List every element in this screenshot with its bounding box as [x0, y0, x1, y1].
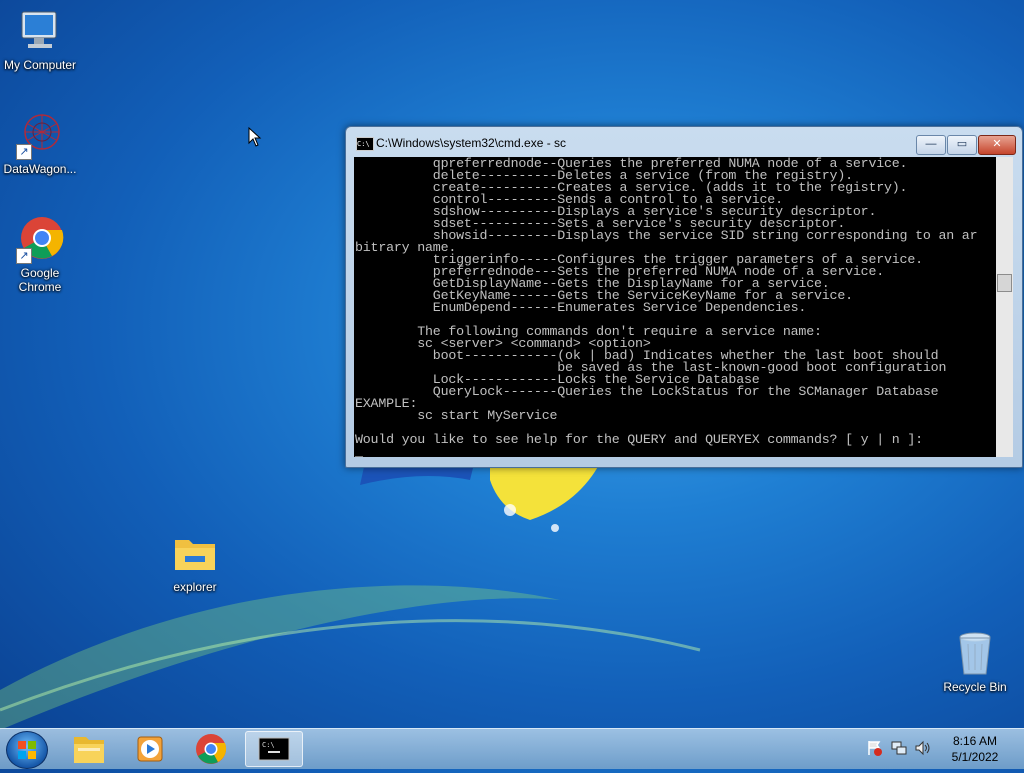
chrome-icon [196, 734, 227, 764]
window-title: C:\Windows\system32\cmd.exe - sc [376, 136, 567, 150]
volume-icon[interactable] [914, 739, 932, 757]
cmd-window[interactable]: C:\ C:\Windows\system32\cmd.exe - sc — ▭… [345, 126, 1023, 468]
desktop-icon-label: Recycle Bin [943, 680, 1007, 694]
media-player-icon [137, 736, 163, 762]
maximize-button[interactable]: ▭ [947, 135, 977, 155]
chrome-icon: ↗ [16, 216, 64, 264]
windows-logo-icon [18, 741, 36, 759]
taskbar-item-chrome[interactable] [182, 731, 240, 767]
shortcut-arrow-icon: ↗ [16, 144, 32, 160]
taskbar-item-file-explorer[interactable] [60, 731, 118, 767]
terminal-icon: C:\ [356, 137, 374, 151]
taskbar-clock[interactable]: 8:16 AM 5/1/2022 [940, 733, 1010, 765]
desktop-icon-recycle-bin[interactable]: Recycle Bin [935, 630, 1015, 694]
clock-date: 5/1/2022 [951, 750, 999, 764]
desktop-icon-datawagon[interactable]: ↗ DataWagon... [0, 112, 80, 176]
action-center-flag-icon[interactable] [866, 739, 884, 757]
svg-text:C:\: C:\ [262, 741, 275, 749]
folder-icon [74, 737, 104, 763]
shortcut-arrow-icon: ↗ [16, 248, 32, 264]
console-area[interactable]: qpreferrednode--Queries the preferred NU… [354, 157, 996, 457]
start-button[interactable] [6, 731, 48, 769]
clock-time: 8:16 AM [952, 734, 998, 748]
taskbar-item-cmd[interactable]: C:\ [245, 731, 303, 767]
desktop-icon-explorer[interactable]: explorer [155, 530, 235, 594]
console-output: qpreferrednode--Queries the preferred NU… [355, 157, 978, 457]
close-button[interactable]: ✕ [978, 135, 1016, 155]
recycle-bin-icon [951, 630, 999, 678]
minimize-button[interactable]: — [916, 135, 946, 155]
network-icon[interactable] [890, 739, 908, 757]
computer-icon [16, 8, 64, 56]
folder-icon [171, 530, 219, 578]
scrollbar-thumb[interactable] [997, 274, 1012, 292]
desktop-icon-label: DataWagon... [3, 162, 77, 176]
taskbar: C:\ 8:16 AM 5/1/2022 [0, 728, 1024, 769]
desktop-icon-label: Google Chrome [18, 266, 62, 294]
mouse-cursor-icon [248, 127, 262, 147]
desktop-icon-my-computer[interactable]: My Computer [0, 8, 80, 72]
desktop-icon-label: explorer [173, 580, 217, 594]
wallpaper-swoosh [0, 585, 701, 730]
cmd-titlebar[interactable]: C:\ C:\Windows\system32\cmd.exe - sc — ▭… [346, 127, 1022, 157]
desktop-icon-label: My Computer [3, 58, 77, 72]
terminal-icon: C:\ [258, 737, 290, 761]
taskbar-item-media-player[interactable] [121, 731, 179, 767]
desktop-icon-google-chrome[interactable]: ↗ Google Chrome [0, 216, 80, 294]
vertical-scrollbar[interactable] [996, 157, 1013, 457]
datawagon-icon: ↗ [16, 112, 64, 160]
